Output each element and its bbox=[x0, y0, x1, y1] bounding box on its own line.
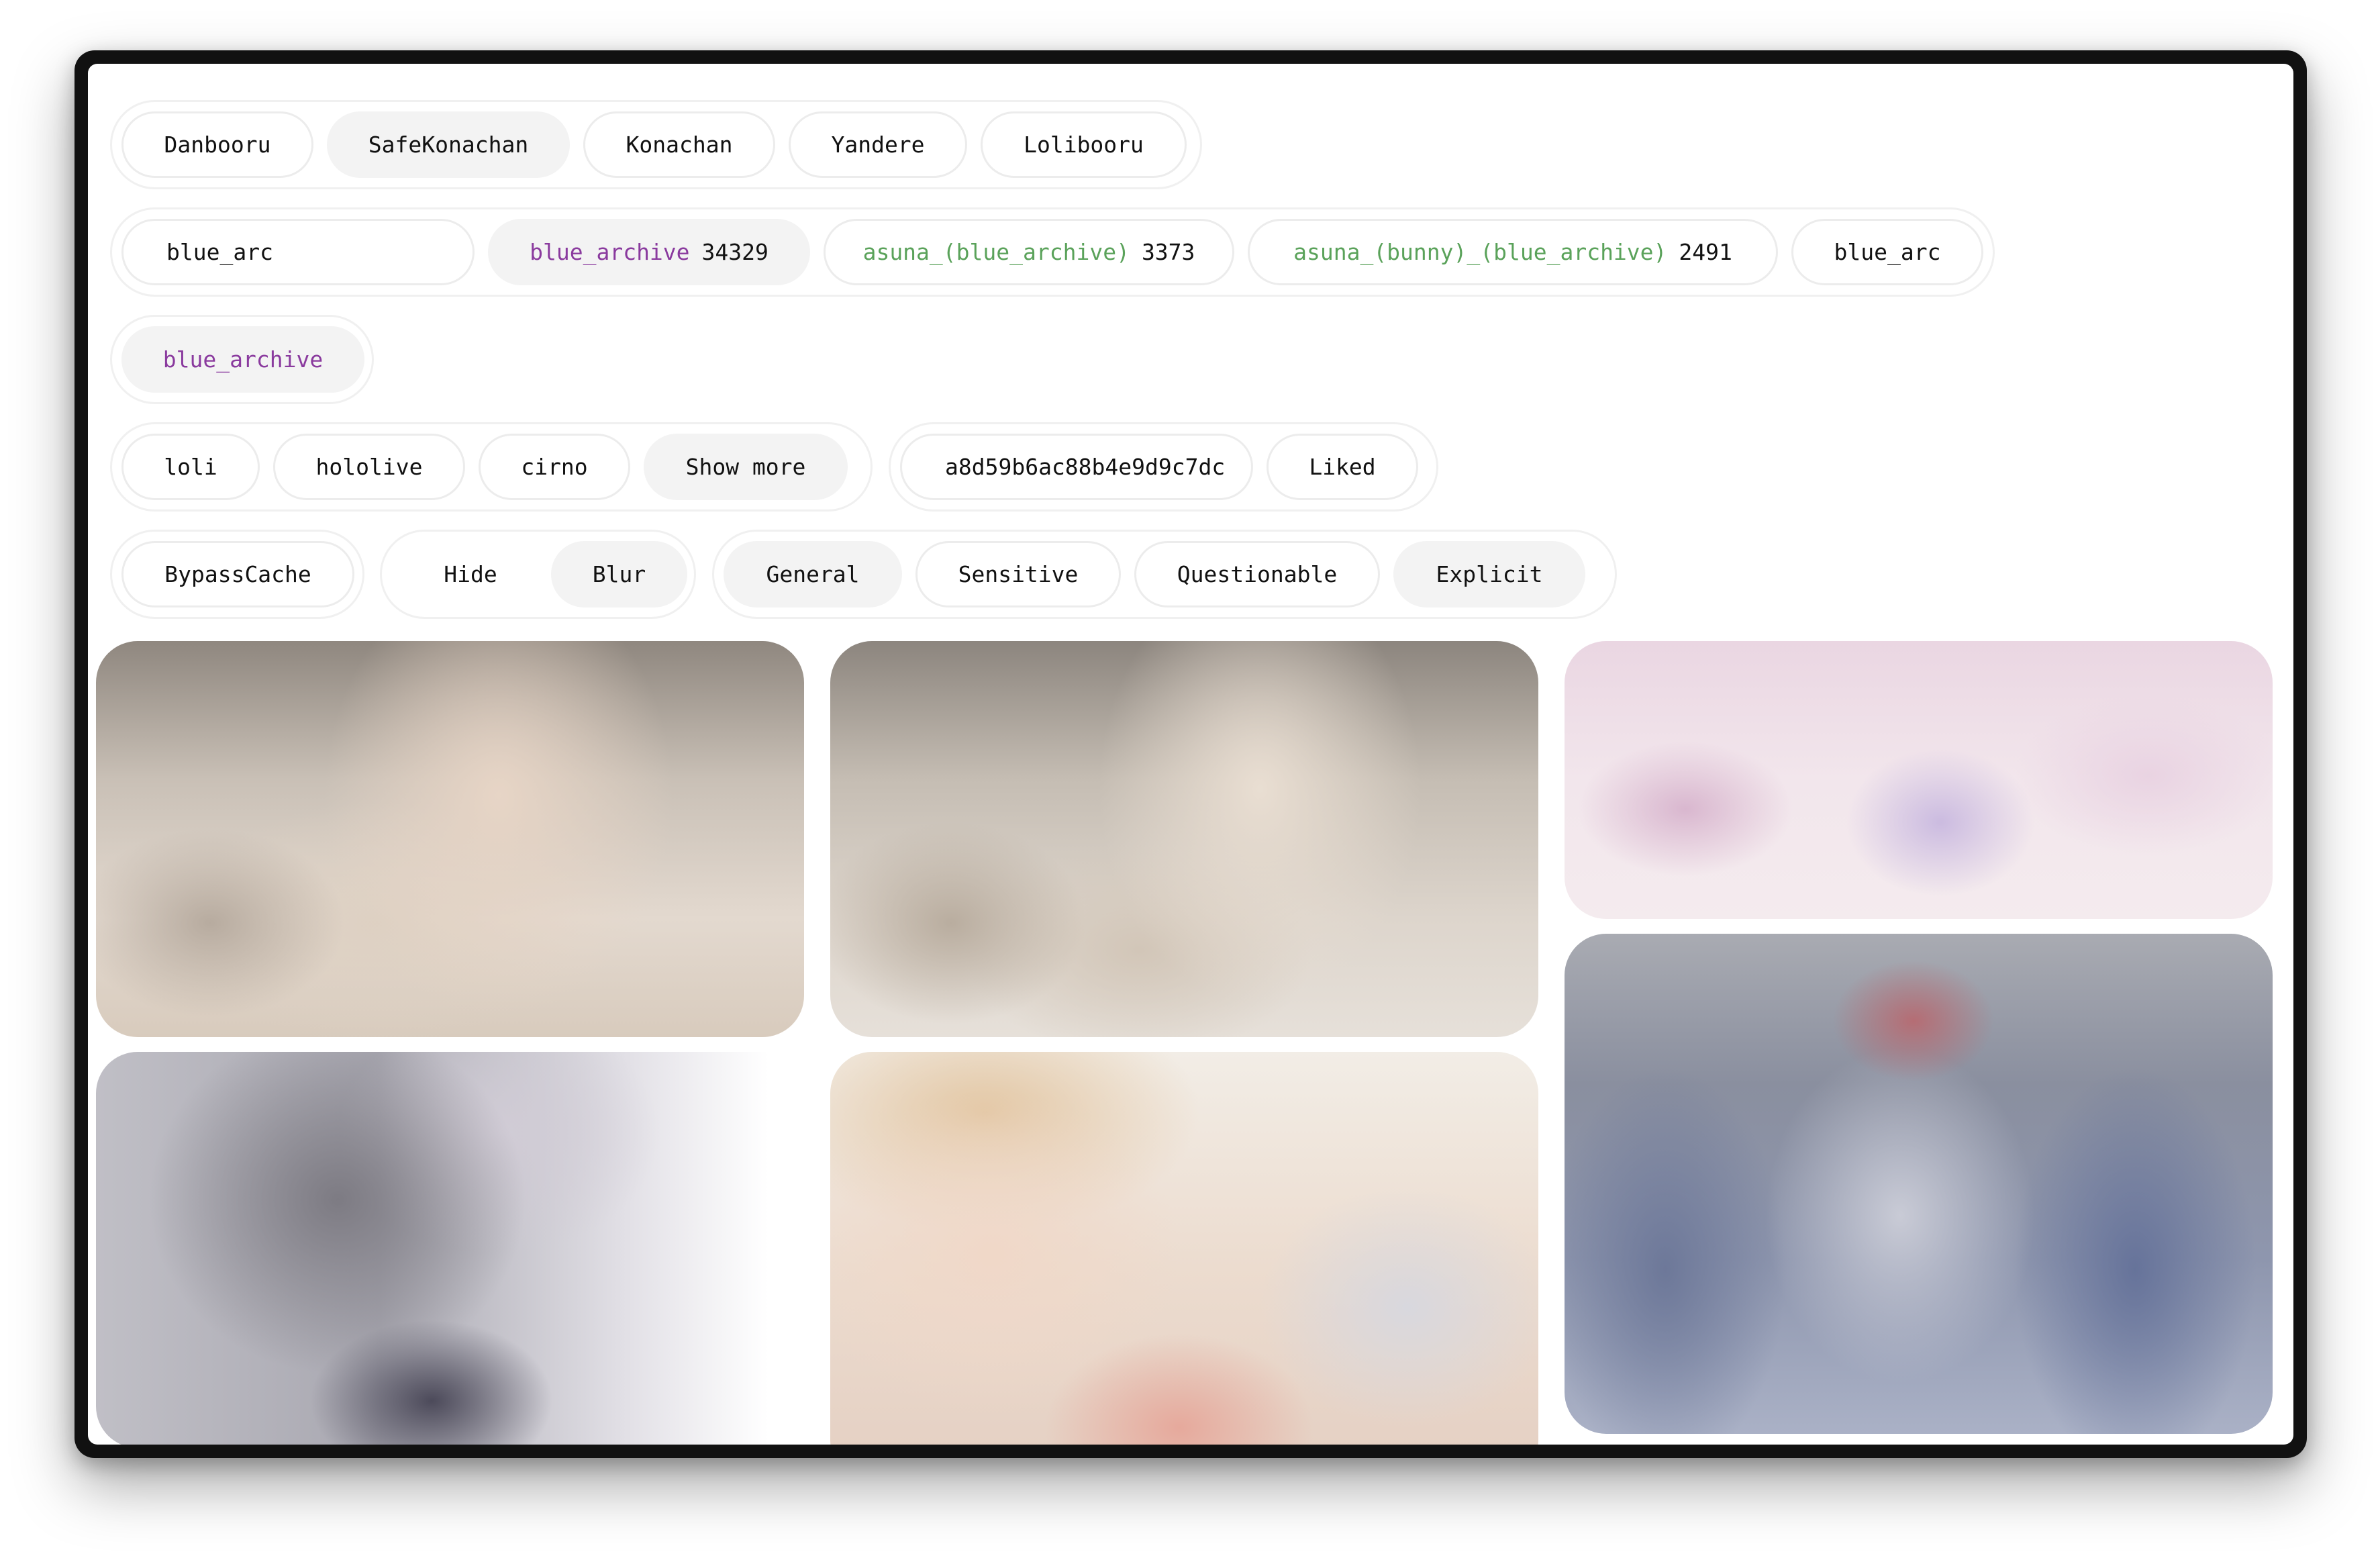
quick-tags: loli hololive cirno Show more bbox=[110, 422, 873, 512]
gallery-image[interactable] bbox=[96, 641, 804, 1037]
gallery-image[interactable] bbox=[1565, 641, 2273, 919]
gallery-image[interactable] bbox=[96, 1052, 804, 1445]
rating-sensitive[interactable]: Sensitive bbox=[915, 541, 1121, 607]
suggestion-count: 34329 bbox=[701, 239, 768, 265]
hash-input[interactable] bbox=[945, 454, 1251, 480]
display-mode-hide[interactable]: Hide bbox=[391, 541, 550, 607]
tag-search-input[interactable] bbox=[166, 239, 430, 265]
hash-field[interactable] bbox=[900, 434, 1253, 500]
quick-tag-cirno[interactable]: cirno bbox=[479, 434, 630, 500]
suggestion-asuna-bunny-blue-archive[interactable]: asuna_(bunny)_(blue_archive) 2491 bbox=[1248, 219, 1778, 285]
show-more-button[interactable]: Show more bbox=[644, 434, 848, 500]
suggestion-count: 2491 bbox=[1679, 239, 1732, 265]
suggestion-asuna-blue-archive[interactable]: asuna_(blue_archive) 3373 bbox=[824, 219, 1234, 285]
rating-general[interactable]: General bbox=[724, 541, 902, 607]
source-danbooru[interactable]: Danbooru bbox=[121, 111, 313, 178]
blurred-thumbnail bbox=[1565, 641, 2273, 919]
liked-toggle[interactable]: Liked bbox=[1267, 434, 1418, 500]
blurred-thumbnail bbox=[96, 641, 804, 1037]
selected-tag-blue-archive[interactable]: blue_archive bbox=[121, 326, 364, 393]
rating-explicit[interactable]: Explicit bbox=[1393, 541, 1585, 607]
gallery-image[interactable] bbox=[830, 1052, 1538, 1445]
blurred-thumbnail bbox=[96, 1052, 804, 1445]
tag-search-field[interactable] bbox=[121, 219, 475, 285]
suggestion-blue-archive[interactable]: blue_archive 34329 bbox=[488, 219, 810, 285]
app-screen: Danbooru SafeKonachan Konachan Yandere L… bbox=[88, 64, 2293, 1445]
tag-search-bar: blue_archive 34329 asuna_(blue_archive) … bbox=[110, 207, 1995, 297]
source-selector: Danbooru SafeKonachan Konachan Yandere L… bbox=[110, 100, 1202, 189]
blurred-thumbnail bbox=[830, 1052, 1538, 1445]
rating-questionable[interactable]: Questionable bbox=[1134, 541, 1380, 607]
display-mode-toggle: Hide Blur bbox=[380, 530, 696, 619]
source-lolibooru[interactable]: Lolibooru bbox=[981, 111, 1187, 178]
gallery-image[interactable] bbox=[1565, 934, 2273, 1434]
display-mode-blur[interactable]: Blur bbox=[551, 541, 687, 607]
selected-tags: blue_archive bbox=[110, 315, 374, 404]
rating-filter: General Sensitive Questionable Explicit bbox=[712, 530, 1617, 619]
search-submit-button[interactable]: blue_arc bbox=[1791, 219, 1983, 285]
source-konachan[interactable]: Konachan bbox=[583, 111, 775, 178]
suggestion-name: asuna_(bunny)_(blue_archive) bbox=[1293, 239, 1667, 265]
suggestion-name: blue_archive bbox=[530, 239, 690, 265]
gallery-image[interactable] bbox=[830, 641, 1538, 1037]
suggestion-name: asuna_(blue_archive) bbox=[862, 239, 1130, 265]
quick-tag-loli[interactable]: loli bbox=[121, 434, 260, 500]
suggestion-count: 3373 bbox=[1141, 239, 1195, 265]
cache-options: BypassCache bbox=[110, 530, 364, 619]
quick-tag-hololive[interactable]: hololive bbox=[273, 434, 465, 500]
device-frame: Danbooru SafeKonachan Konachan Yandere L… bbox=[75, 50, 2307, 1458]
source-safekonachan[interactable]: SafeKonachan bbox=[327, 111, 570, 178]
blurred-thumbnail bbox=[1565, 934, 2273, 1434]
blurred-thumbnail bbox=[830, 641, 1538, 1037]
source-yandere[interactable]: Yandere bbox=[789, 111, 967, 178]
bypass-cache-toggle[interactable]: BypassCache bbox=[121, 541, 354, 607]
hash-and-liked: Liked bbox=[889, 422, 1438, 512]
